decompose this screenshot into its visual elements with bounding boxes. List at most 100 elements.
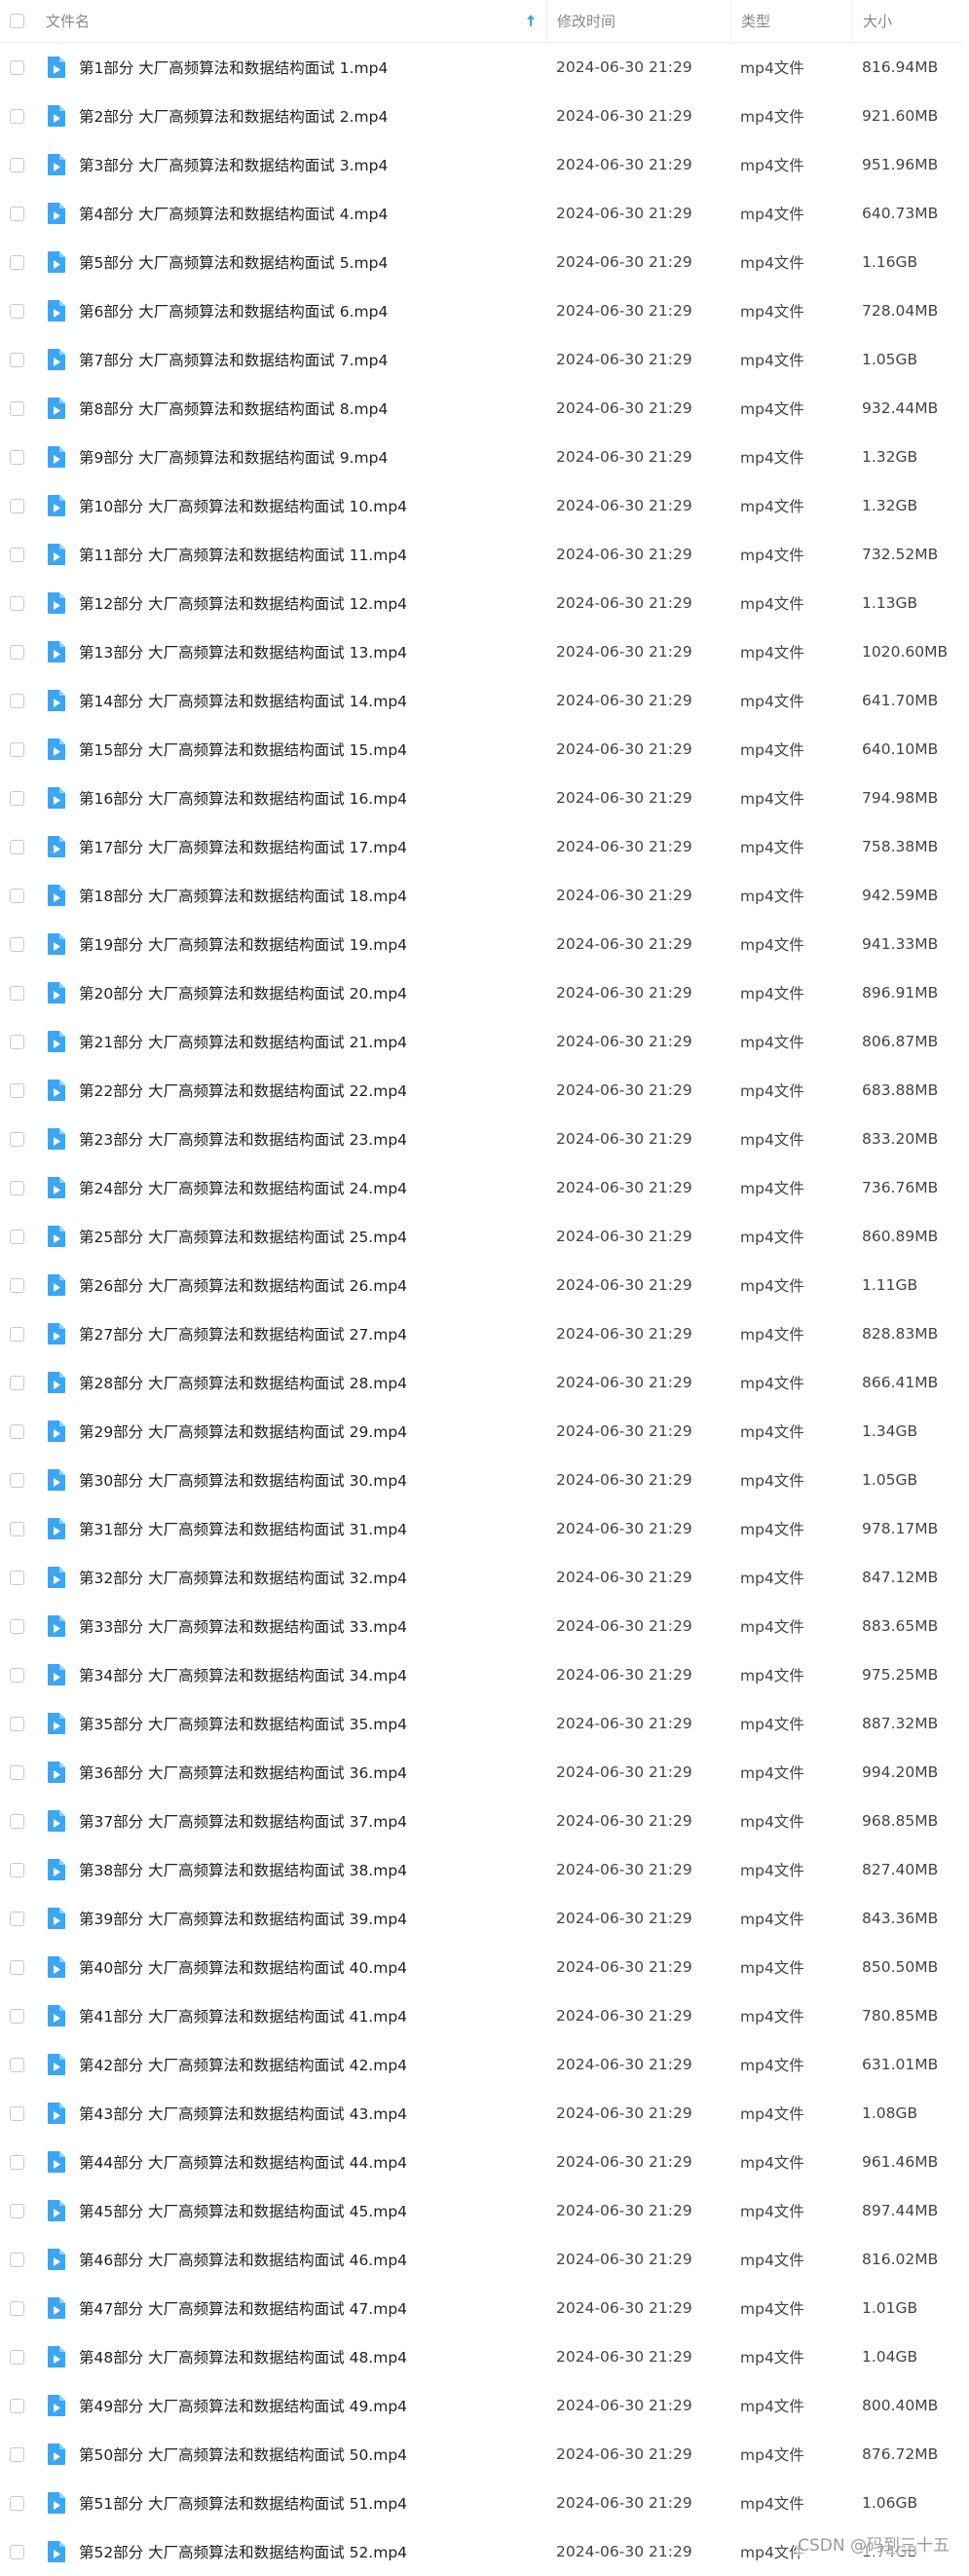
- file-name[interactable]: 第47部分 大厂高频算法和数据结构面试 47.mp4: [79, 2297, 407, 2319]
- row-checkbox-cell[interactable]: [10, 2527, 31, 2576]
- row-checkbox-cell[interactable]: [10, 238, 31, 286]
- row-checkbox[interactable]: [10, 1716, 24, 1731]
- row-checkbox-cell[interactable]: [10, 1845, 31, 1894]
- row-checkbox[interactable]: [10, 108, 24, 124]
- row-checkbox-cell[interactable]: [10, 1309, 31, 1358]
- row-checkbox-cell[interactable]: [10, 2479, 31, 2527]
- row-checkbox-cell[interactable]: [10, 2040, 31, 2089]
- file-name[interactable]: 第19部分 大厂高频算法和数据结构面试 19.mp4: [79, 933, 407, 955]
- file-name[interactable]: 第34部分 大厂高频算法和数据结构面试 34.mp4: [79, 1664, 407, 1686]
- file-name[interactable]: 第11部分 大厂高频算法和数据结构面试 11.mp4: [79, 544, 407, 565]
- file-name-cell[interactable]: 第44部分 大厂高频算法和数据结构面试 44.mp4: [46, 2138, 545, 2186]
- table-row[interactable]: 第10部分 大厂高频算法和数据结构面试 10.mp4 2024-06-30 21:…: [0, 481, 963, 530]
- select-all-checkbox[interactable]: [10, 14, 24, 28]
- row-checkbox-cell[interactable]: [10, 1066, 31, 1115]
- table-row[interactable]: 第13部分 大厂高频算法和数据结构面试 13.mp4 2024-06-30 21:…: [0, 627, 963, 676]
- file-name[interactable]: 第37部分 大厂高频算法和数据结构面试 37.mp4: [79, 1810, 407, 1832]
- table-row[interactable]: 第30部分 大厂高频算法和数据结构面试 30.mp4 2024-06-30 21:…: [0, 1456, 963, 1504]
- file-name-cell[interactable]: 第38部分 大厂高频算法和数据结构面试 38.mp4: [46, 1845, 545, 1894]
- file-name[interactable]: 第16部分 大厂高频算法和数据结构面试 16.mp4: [79, 787, 407, 809]
- file-name-cell[interactable]: 第11部分 大厂高频算法和数据结构面试 11.mp4: [46, 530, 545, 579]
- file-name-cell[interactable]: 第15部分 大厂高频算法和数据结构面试 15.mp4: [46, 725, 545, 774]
- file-name[interactable]: 第40部分 大厂高频算法和数据结构面试 40.mp4: [79, 1956, 407, 1978]
- file-name-cell[interactable]: 第22部分 大厂高频算法和数据结构面试 22.mp4: [46, 1066, 545, 1115]
- row-checkbox-cell[interactable]: [10, 968, 31, 1017]
- row-checkbox-cell[interactable]: [10, 1163, 31, 1212]
- table-row[interactable]: 第14部分 大厂高频算法和数据结构面试 14.mp4 2024-06-30 21:…: [0, 676, 963, 725]
- table-row[interactable]: 第35部分 大厂高频算法和数据结构面试 35.mp4 2024-06-30 21:…: [0, 1699, 963, 1748]
- file-name[interactable]: 第52部分 大厂高频算法和数据结构面试 52.mp4: [79, 2541, 407, 2562]
- file-name[interactable]: 第36部分 大厂高频算法和数据结构面试 36.mp4: [79, 1762, 407, 1783]
- row-checkbox-cell[interactable]: [10, 1699, 31, 1748]
- row-checkbox[interactable]: [10, 1862, 24, 1877]
- table-row[interactable]: 第48部分 大厂高频算法和数据结构面试 48.mp4 2024-06-30 21:…: [0, 2332, 963, 2381]
- file-name[interactable]: 第45部分 大厂高频算法和数据结构面试 45.mp4: [79, 2200, 407, 2221]
- row-checkbox-cell[interactable]: [10, 2381, 31, 2430]
- table-row[interactable]: 第6部分 大厂高频算法和数据结构面试 6.mp4 2024-06-30 21:29…: [0, 286, 963, 335]
- file-name-cell[interactable]: 第42部分 大厂高频算法和数据结构面试 42.mp4: [46, 2040, 545, 2089]
- row-checkbox-cell[interactable]: [10, 1553, 31, 1602]
- file-name-cell[interactable]: 第50部分 大厂高频算法和数据结构面试 50.mp4: [46, 2430, 545, 2479]
- row-checkbox-cell[interactable]: [10, 2186, 31, 2235]
- file-name[interactable]: 第39部分 大厂高频算法和数据结构面试 39.mp4: [79, 1908, 407, 1929]
- row-checkbox[interactable]: [10, 1326, 24, 1342]
- row-checkbox[interactable]: [10, 1472, 24, 1488]
- table-row[interactable]: 第22部分 大厂高频算法和数据结构面试 22.mp4 2024-06-30 21:…: [0, 1066, 963, 1115]
- row-checkbox[interactable]: [10, 2300, 24, 2316]
- file-name[interactable]: 第18部分 大厂高频算法和数据结构面试 18.mp4: [79, 885, 407, 906]
- file-name[interactable]: 第10部分 大厂高频算法和数据结构面试 10.mp4: [79, 495, 407, 516]
- row-checkbox[interactable]: [10, 2446, 24, 2462]
- row-checkbox-cell[interactable]: [10, 1748, 31, 1797]
- file-name-cell[interactable]: 第17部分 大厂高频算法和数据结构面试 17.mp4: [46, 822, 545, 871]
- row-checkbox-cell[interactable]: [10, 1991, 31, 2040]
- file-name-cell[interactable]: 第30部分 大厂高频算法和数据结构面试 30.mp4: [46, 1456, 545, 1504]
- table-row[interactable]: 第28部分 大厂高频算法和数据结构面试 28.mp4 2024-06-30 21:…: [0, 1358, 963, 1407]
- table-row[interactable]: 第27部分 大厂高频算法和数据结构面试 27.mp4 2024-06-30 21:…: [0, 1309, 963, 1358]
- table-row[interactable]: 第43部分 大厂高频算法和数据结构面试 43.mp4 2024-06-30 21:…: [0, 2089, 963, 2138]
- file-name[interactable]: 第20部分 大厂高频算法和数据结构面试 20.mp4: [79, 982, 407, 1004]
- row-checkbox-cell[interactable]: [10, 2332, 31, 2381]
- table-row[interactable]: 第20部分 大厂高频算法和数据结构面试 20.mp4 2024-06-30 21:…: [0, 968, 963, 1017]
- file-name-cell[interactable]: 第43部分 大厂高频算法和数据结构面试 43.mp4: [46, 2089, 545, 2138]
- file-name-cell[interactable]: 第34部分 大厂高频算法和数据结构面试 34.mp4: [46, 1650, 545, 1699]
- row-checkbox[interactable]: [10, 1959, 24, 1975]
- row-checkbox[interactable]: [10, 2105, 24, 2121]
- file-name[interactable]: 第48部分 大厂高频算法和数据结构面试 48.mp4: [79, 2346, 407, 2368]
- table-row[interactable]: 第5部分 大厂高频算法和数据结构面试 5.mp4 2024-06-30 21:29…: [0, 238, 963, 286]
- table-row[interactable]: 第36部分 大厂高频算法和数据结构面试 36.mp4 2024-06-30 21:…: [0, 1748, 963, 1797]
- file-name[interactable]: 第33部分 大厂高频算法和数据结构面试 33.mp4: [79, 1615, 407, 1637]
- row-checkbox-cell[interactable]: [10, 2284, 31, 2332]
- file-name-cell[interactable]: 第16部分 大厂高频算法和数据结构面试 16.mp4: [46, 774, 545, 822]
- row-checkbox[interactable]: [10, 2008, 24, 2024]
- file-name-cell[interactable]: 第5部分 大厂高频算法和数据结构面试 5.mp4: [46, 238, 545, 286]
- file-name[interactable]: 第2部分 大厂高频算法和数据结构面试 2.mp4: [79, 105, 388, 127]
- table-row[interactable]: 第40部分 大厂高频算法和数据结构面试 40.mp4 2024-06-30 21:…: [0, 1943, 963, 1991]
- file-name[interactable]: 第6部分 大厂高频算法和数据结构面试 6.mp4: [79, 300, 388, 322]
- table-row[interactable]: 第46部分 大厂高频算法和数据结构面试 46.mp4 2024-06-30 21:…: [0, 2235, 963, 2284]
- file-name[interactable]: 第30部分 大厂高频算法和数据结构面试 30.mp4: [79, 1469, 407, 1491]
- row-checkbox[interactable]: [10, 1570, 24, 1585]
- row-checkbox[interactable]: [10, 1034, 24, 1049]
- row-checkbox[interactable]: [10, 352, 24, 367]
- row-checkbox[interactable]: [10, 888, 24, 903]
- column-header-name[interactable]: 文件名: [46, 0, 545, 42]
- file-name-cell[interactable]: 第33部分 大厂高频算法和数据结构面试 33.mp4: [46, 1602, 545, 1650]
- row-checkbox-cell[interactable]: [10, 189, 31, 238]
- row-checkbox-cell[interactable]: [10, 774, 31, 822]
- file-name[interactable]: 第7部分 大厂高频算法和数据结构面试 7.mp4: [79, 349, 388, 370]
- table-row[interactable]: 第11部分 大厂高频算法和数据结构面试 11.mp4 2024-06-30 21:…: [0, 530, 963, 579]
- row-checkbox[interactable]: [10, 2057, 24, 2072]
- row-checkbox-cell[interactable]: [10, 43, 31, 92]
- row-checkbox[interactable]: [10, 400, 24, 416]
- table-row[interactable]: 第29部分 大厂高频算法和数据结构面试 29.mp4 2024-06-30 21:…: [0, 1407, 963, 1456]
- row-checkbox-cell[interactable]: [10, 92, 31, 140]
- table-row[interactable]: 第34部分 大厂高频算法和数据结构面试 34.mp4 2024-06-30 21:…: [0, 1650, 963, 1699]
- row-checkbox[interactable]: [10, 547, 24, 562]
- row-checkbox[interactable]: [10, 1180, 24, 1195]
- table-row[interactable]: 第18部分 大厂高频算法和数据结构面试 18.mp4 2024-06-30 21:…: [0, 871, 963, 920]
- file-name-cell[interactable]: 第21部分 大厂高频算法和数据结构面试 21.mp4: [46, 1017, 545, 1066]
- column-header-size[interactable]: 大小: [852, 0, 963, 42]
- file-name-cell[interactable]: 第39部分 大厂高频算法和数据结构面试 39.mp4: [46, 1894, 545, 1943]
- file-name-cell[interactable]: 第28部分 大厂高频算法和数据结构面试 28.mp4: [46, 1358, 545, 1407]
- row-checkbox[interactable]: [10, 1375, 24, 1390]
